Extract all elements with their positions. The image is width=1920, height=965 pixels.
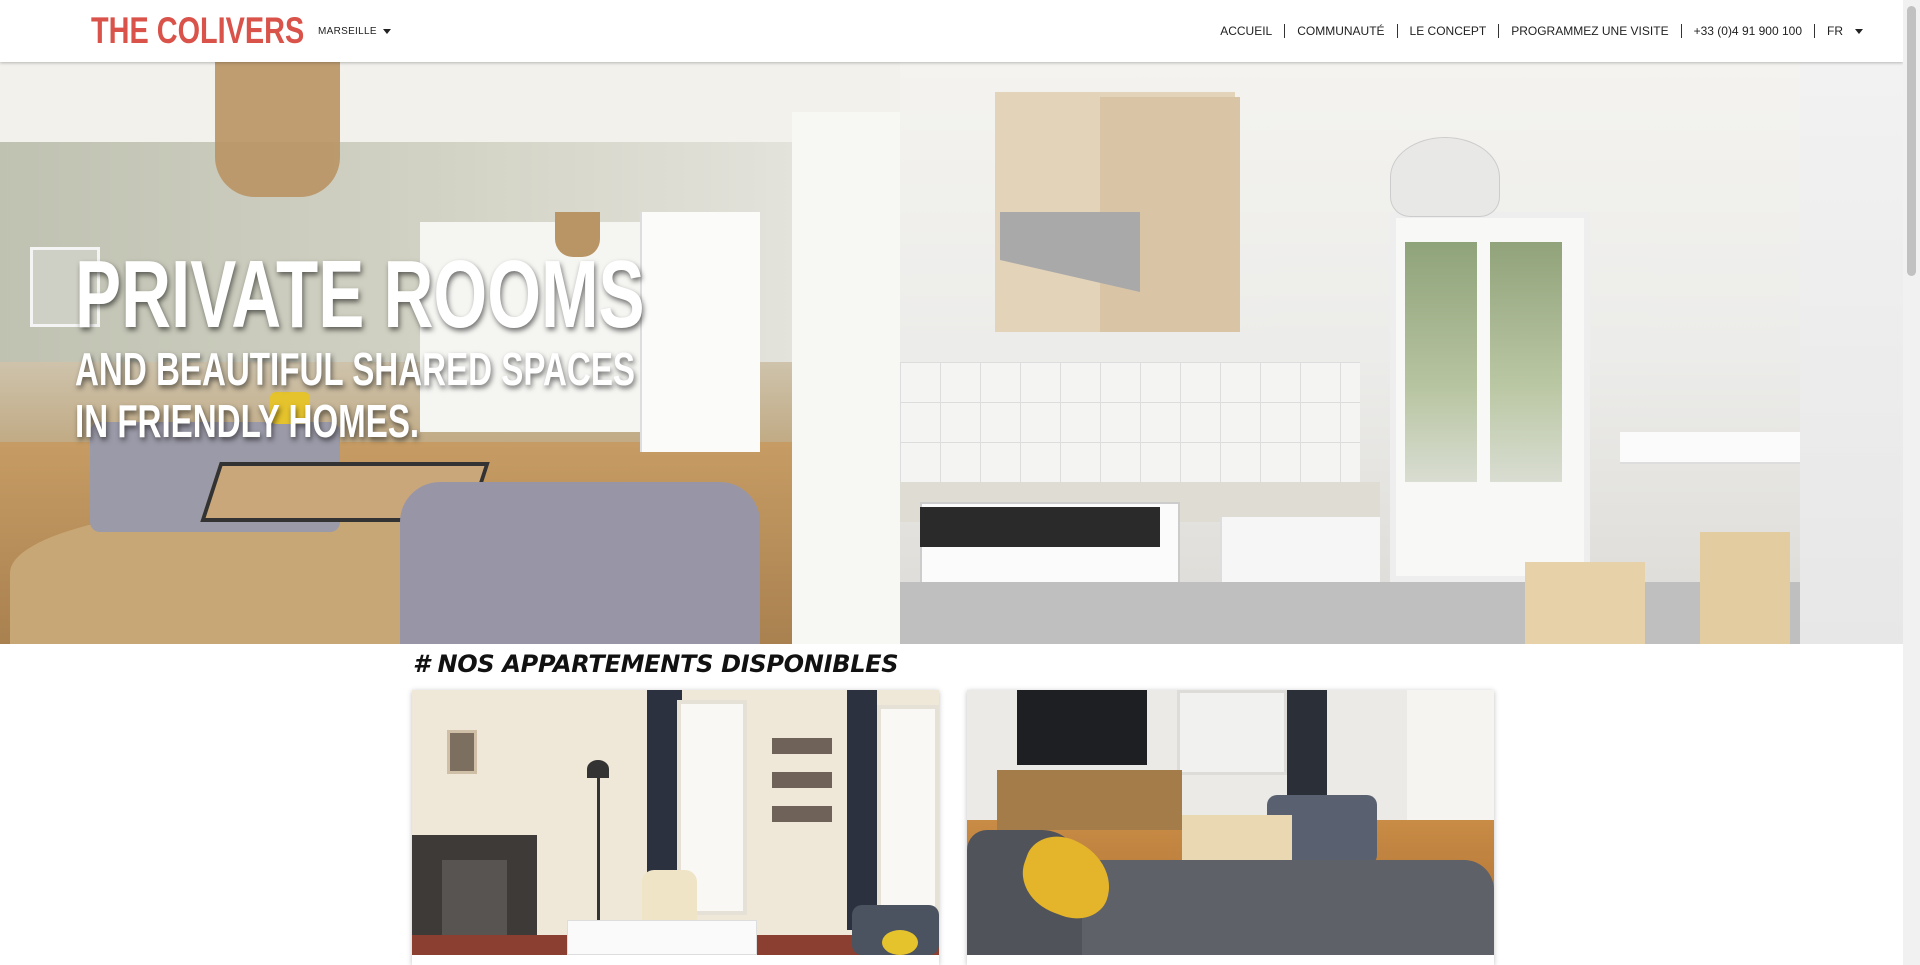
site-logo[interactable]: THE COLIVERS: [91, 10, 304, 52]
nav-item-phone[interactable]: +33 (0)4 91 900 100: [1682, 24, 1814, 38]
page-scrollbar[interactable]: [1903, 0, 1920, 965]
page: THE COLIVERS MARSEILLE ACCUEIL COMMUNAUT…: [0, 0, 1920, 965]
hero-subtitle-line1: AND BEAUTIFUL SHARED SPACES: [75, 343, 636, 395]
hero-banner: PRIVATE ROOMS AND BEAUTIFUL SHARED SPACE…: [0, 62, 1903, 644]
hero-title: PRIVATE ROOMS: [75, 241, 645, 348]
scrollbar-thumb[interactable]: [1907, 6, 1916, 276]
hero-subtitle-line2: IN FRIENDLY HOMES.: [75, 395, 420, 447]
language-selector[interactable]: FR: [1815, 24, 1875, 38]
apartment-card[interactable]: [412, 690, 939, 965]
nav-item-accueil[interactable]: ACCUEIL: [1208, 24, 1284, 38]
apartment-photo: [967, 690, 1494, 955]
site-header: THE COLIVERS MARSEILLE ACCUEIL COMMUNAUT…: [0, 0, 1903, 62]
apartment-card[interactable]: [967, 690, 1494, 965]
apartment-photo: [412, 690, 939, 955]
chevron-down-icon: [382, 28, 391, 34]
city-selector-label: MARSEILLE: [318, 26, 377, 37]
nav-item-le-concept[interactable]: LE CONCEPT: [1398, 24, 1499, 38]
chevron-down-icon: [1855, 29, 1863, 35]
language-label: FR: [1827, 24, 1843, 38]
nav-item-communaute[interactable]: COMMUNAUTÉ: [1285, 24, 1396, 38]
nav-item-programmez-visite[interactable]: PROGRAMMEZ UNE VISITE: [1499, 24, 1680, 38]
hero-text: PRIVATE ROOMS AND BEAUTIFUL SHARED SPACE…: [75, 241, 866, 448]
hero-photo-edge: [1800, 62, 1903, 644]
city-selector[interactable]: MARSEILLE: [318, 26, 391, 37]
main-nav: ACCUEIL COMMUNAUTÉ LE CONCEPT PROGRAMMEZ…: [1208, 24, 1875, 38]
section-title: # NOS APPARTEMENTS DISPONIBLES: [413, 650, 899, 678]
hero-photo-kitchen: [900, 62, 1800, 644]
